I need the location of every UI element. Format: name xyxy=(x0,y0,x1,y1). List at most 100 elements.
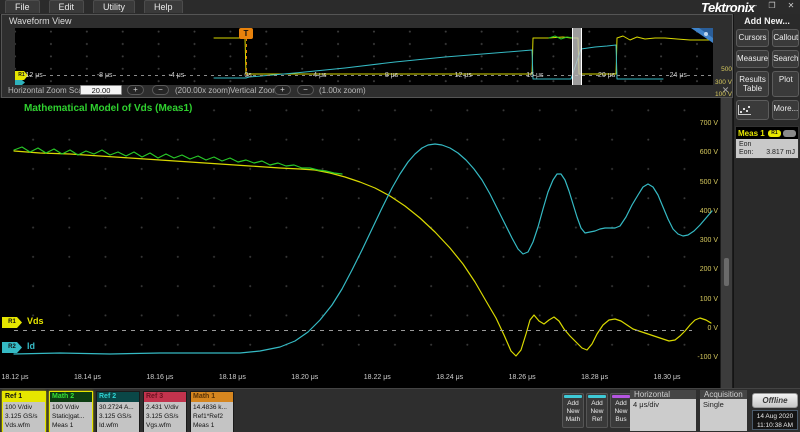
badge-line: 3.125 GS/s xyxy=(5,412,43,421)
meas1-body: Eon Eon: 3.817 mJ xyxy=(736,139,798,158)
add-button-label: Add New Ref xyxy=(587,400,607,424)
main-x-tick: 18.20 μs xyxy=(282,374,328,381)
h-zoom-scale-input[interactable]: 20.00 ns/div xyxy=(80,85,122,95)
overview-x-tick: 20 μs xyxy=(585,72,629,79)
overview-plot[interactable]: T R1 -12 μs-8 μs-4 μs0s4 μs8 μs12 μs16 μ… xyxy=(15,28,713,85)
sidebar-button-measure[interactable]: Measure xyxy=(736,50,769,68)
overview-y-tick: 500 xyxy=(712,66,732,73)
math-model-annotation: Mathematical Model of Vds (Meas1) xyxy=(24,103,192,114)
badge-math-1[interactable]: Math 114.4836 k...Ref1*Ref2Meas 1 xyxy=(190,391,234,432)
badge-ref-1[interactable]: Ref 1100 V/div3.125 GS/sVds.wfm xyxy=(2,391,46,432)
badge-details: 100 V/divStatic|gat...Meas 1 xyxy=(50,402,92,432)
bottom-bar: Ref 1100 V/div3.125 GS/sVds.wfmMath 2100… xyxy=(0,388,800,432)
h-zoom-in-button[interactable]: + xyxy=(127,85,144,95)
horizontal-value: 4 μs/div xyxy=(630,399,696,431)
v-zoom-out-button[interactable]: − xyxy=(297,85,314,95)
overview-x-tick: -12 μs xyxy=(11,72,55,79)
scatter-plot-icon[interactable] xyxy=(736,100,769,120)
main-y-tick: 300 V xyxy=(688,237,718,244)
badge-line: 14.4836 k... xyxy=(193,403,231,412)
badge-line: Vds.wfm xyxy=(5,421,43,430)
badge-ref-3[interactable]: Ref 32.431 V/div3.125 GS/sVgs.wfm xyxy=(143,391,187,432)
add-button-label: Add New Bus xyxy=(611,400,631,424)
overview-x-tick: 4 μs xyxy=(298,72,342,79)
menu-utility[interactable]: Utility xyxy=(93,0,135,13)
waveform-view-title: Waveform View xyxy=(9,16,72,26)
sidebar-button-cursors[interactable]: Cursors xyxy=(736,29,769,47)
badge-details: 100 V/div3.125 GS/sVds.wfm xyxy=(3,402,45,432)
restore-icon[interactable]: ❐ xyxy=(766,0,778,12)
sidebar-buttons: CursorsCalloutMeasureSearchResults Table… xyxy=(736,29,798,120)
meas1-menu-pill[interactable] xyxy=(783,130,796,137)
badge-ref-2[interactable]: Ref 230.2724 A...3.125 GS/sId.wfm xyxy=(96,391,140,432)
drag-handle-icon[interactable] xyxy=(724,258,729,286)
panel-divider[interactable] xyxy=(720,98,733,388)
v-zoom-in-button[interactable]: + xyxy=(274,85,291,95)
zoom-window-handle[interactable] xyxy=(572,28,582,85)
add-new-math-button[interactable]: Add New Math xyxy=(562,393,584,428)
menu-file[interactable]: File xyxy=(5,0,40,13)
main-y-tick: 400 V xyxy=(688,208,718,215)
sidebar-button-plot[interactable]: Plot xyxy=(772,71,799,97)
meas1-header: Meas 1 R1 xyxy=(736,127,798,139)
main-x-tick: 18.26 μs xyxy=(499,374,545,381)
badge-name: Math 2 xyxy=(50,392,92,402)
h-zoom-out-button[interactable]: − xyxy=(152,85,169,95)
add-new-ref-button[interactable]: Add New Ref xyxy=(586,393,608,428)
badge-name: Ref 3 xyxy=(144,392,186,402)
acquisition-value: Single xyxy=(700,399,747,431)
channel-badges: Ref 1100 V/div3.125 GS/sVds.wfmMath 2100… xyxy=(2,391,234,432)
badge-line: 100 V/div xyxy=(5,403,43,412)
badge-line: 3.125 GS/s xyxy=(146,412,184,421)
trigger-icon[interactable]: T xyxy=(239,28,253,39)
menu-edit[interactable]: Edit xyxy=(49,0,85,13)
v-zoom-factor: (1.00x zoom) xyxy=(319,86,366,95)
menu-bar: FileEditUtilityHelp Tektronix —❐✕ xyxy=(0,0,800,15)
date-text: 14 Aug 2020 xyxy=(753,412,797,421)
horizontal-panel[interactable]: Horizontal 4 μs/div xyxy=(630,390,696,431)
main-x-tick: 18.30 μs xyxy=(644,374,690,381)
time-text: 11:10:38 AM xyxy=(753,421,797,430)
sidebar-button-search[interactable]: Search xyxy=(772,50,799,68)
sidebar-button-more-[interactable]: More... xyxy=(772,100,799,120)
minimize-icon[interactable]: — xyxy=(747,0,759,12)
acquisition-panel[interactable]: Acquisition Single xyxy=(700,390,747,431)
right-sidebar: Add New... CursorsCalloutMeasureSearchRe… xyxy=(733,14,800,388)
menu-help[interactable]: Help xyxy=(144,0,183,13)
main-x-tick: 18.22 μs xyxy=(354,374,400,381)
datetime-display: 14 Aug 2020 11:10:38 AM xyxy=(752,410,798,430)
close-icon[interactable]: ✕ xyxy=(785,0,797,12)
badge-math-2[interactable]: Math 2100 V/divStatic|gat...Meas 1 xyxy=(49,391,93,432)
badge-line: 100 V/div xyxy=(52,403,90,412)
main-y-tick: 0 V xyxy=(688,325,718,332)
oscilloscope-app: FileEditUtilityHelp Tektronix —❐✕ Wavefo… xyxy=(0,0,800,432)
badge-line: Vgs.wfm xyxy=(146,421,184,430)
trace-ref1-vds xyxy=(14,151,711,356)
badge-name: Math 1 xyxy=(191,392,233,402)
stripe xyxy=(588,395,606,398)
meas1-value-label: Eon: xyxy=(739,149,753,156)
main-y-tick: 600 V xyxy=(688,149,718,156)
zoom-overview-icon[interactable] xyxy=(691,28,713,43)
badge-line: Ref1*Ref2 xyxy=(193,412,231,421)
id-label: Id xyxy=(27,341,35,351)
badge-details: 14.4836 k...Ref1*Ref2Meas 1 xyxy=(191,402,233,432)
badge-line: 3.125 GS/s xyxy=(99,412,137,421)
badge-name: Ref 2 xyxy=(97,392,139,402)
add-new-bus-button[interactable]: Add New Bus xyxy=(610,393,632,428)
meas1-type: Eon xyxy=(739,141,795,148)
sidebar-button-callout[interactable]: Callout xyxy=(772,29,799,47)
offline-button[interactable]: Offline xyxy=(752,393,798,408)
meas1-value: 3.817 mJ xyxy=(766,149,795,156)
horizontal-label: Horizontal xyxy=(630,390,696,399)
main-y-tick: 100 V xyxy=(688,296,718,303)
zero-volt-line xyxy=(14,330,692,331)
meas1-title: Meas 1 xyxy=(738,129,766,138)
trace-math2-model-of-vds xyxy=(14,147,342,174)
sidebar-button-results-table[interactable]: Results Table xyxy=(736,71,769,97)
badge-line: 30.2724 A... xyxy=(99,403,137,412)
meas1-results-badge[interactable]: Meas 1 R1 Eon Eon: 3.817 mJ xyxy=(735,126,799,159)
main-x-axis: 18.12 μs18.14 μs18.16 μs18.18 μs18.20 μs… xyxy=(0,374,720,386)
overview-x-tick: 12 μs xyxy=(441,72,485,79)
main-plot[interactable]: Mathematical Model of Vds (Meas1) 700 V6… xyxy=(0,98,720,388)
